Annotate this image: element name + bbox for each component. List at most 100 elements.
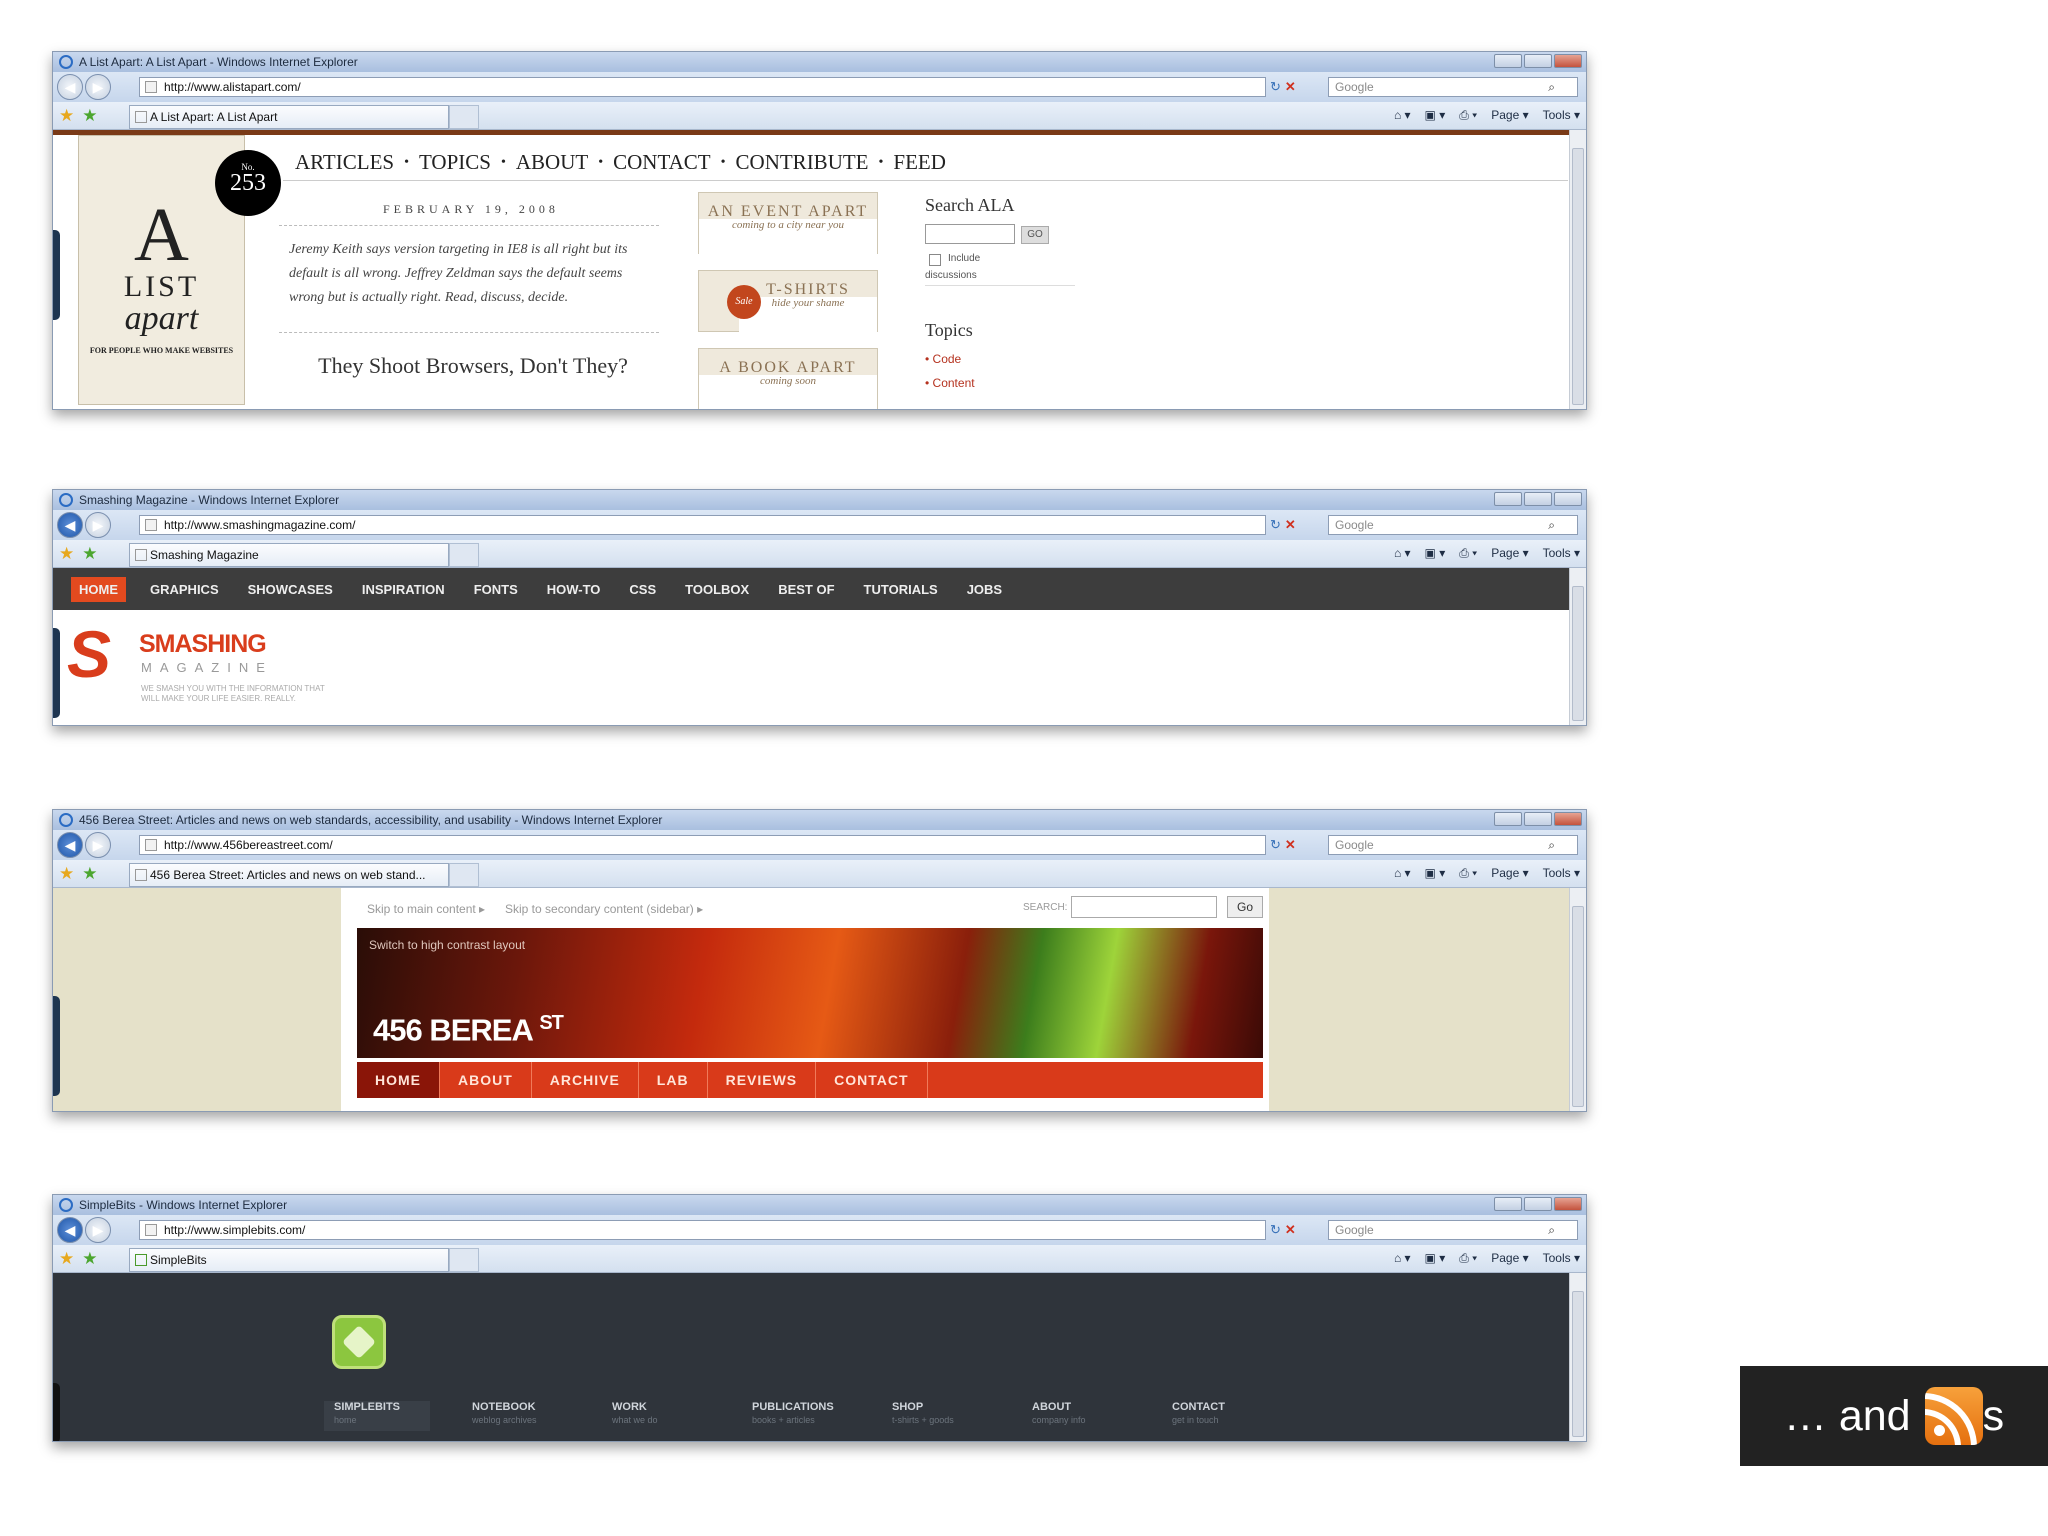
sb-nav-about[interactable]: ABOUT company info: [1032, 1401, 1086, 1425]
url-field[interactable]: http://www.simplebits.com/: [139, 1220, 1266, 1240]
skip-sidebar-link[interactable]: Skip to secondary content (sidebar) ▸: [505, 902, 703, 916]
nav-css[interactable]: CSS: [629, 582, 656, 597]
nav-home[interactable]: HOME: [71, 576, 126, 602]
maximize-button[interactable]: [1524, 492, 1552, 506]
new-tab-button[interactable]: [449, 863, 479, 887]
refresh-icon[interactable]: ↻: [1270, 837, 1281, 853]
nav-how-to[interactable]: HOW-TO: [547, 582, 601, 597]
scroll-thumb[interactable]: [1572, 1291, 1584, 1437]
search-field[interactable]: Google ⌕: [1328, 835, 1578, 855]
refresh-icon[interactable]: ↻: [1270, 517, 1281, 533]
berea-go-button[interactable]: Go: [1227, 896, 1263, 918]
favorites-star-icon[interactable]: ★: [59, 106, 74, 126]
add-favorite-icon[interactable]: ★: [82, 1249, 97, 1269]
ala-search-input[interactable]: [925, 224, 1015, 244]
menu-contact[interactable]: CONTACT: [816, 1062, 928, 1098]
sb-nav-contact[interactable]: CONTACT get in touch: [1172, 1401, 1225, 1425]
sb-nav-shop[interactable]: SHOP t-shirts + goods: [892, 1401, 954, 1425]
nav-jobs[interactable]: JOBS: [967, 582, 1002, 597]
back-button[interactable]: ◀: [57, 512, 83, 538]
high-contrast-link[interactable]: Switch to high contrast layout: [369, 938, 525, 952]
print-icon[interactable]: ⎙ ▾: [1459, 866, 1477, 881]
sb-nav-publications[interactable]: PUBLICATIONS books + articles: [752, 1401, 834, 1425]
page-menu[interactable]: Page ▾: [1491, 108, 1528, 123]
maximize-button[interactable]: [1524, 54, 1552, 68]
page-menu[interactable]: Page ▾: [1491, 546, 1528, 561]
smashing-logo-icon[interactable]: S: [67, 621, 125, 687]
add-favorite-icon[interactable]: ★: [82, 544, 97, 564]
home-icon[interactable]: ⌂ ▾: [1394, 866, 1411, 881]
tools-menu[interactable]: Tools ▾: [1543, 546, 1580, 561]
search-field[interactable]: Google ⌕: [1328, 77, 1578, 97]
vertical-scrollbar[interactable]: [1569, 130, 1586, 409]
favorites-star-icon[interactable]: ★: [59, 1249, 74, 1269]
ala-go-button[interactable]: GO: [1021, 226, 1049, 244]
vertical-scrollbar[interactable]: [1569, 888, 1586, 1111]
vertical-scrollbar[interactable]: [1569, 1273, 1586, 1441]
nav-showcases[interactable]: SHOWCASES: [248, 582, 333, 597]
article-headline[interactable]: They Shoot Browsers, Don't They?: [293, 352, 653, 379]
forward-button[interactable]: ▶: [85, 832, 111, 858]
forward-button[interactable]: ▶: [85, 1217, 111, 1243]
url-field[interactable]: http://www.alistapart.com/: [139, 77, 1266, 97]
topic-code-link[interactable]: • Code: [925, 352, 961, 366]
search-field[interactable]: Google ⌕: [1328, 1220, 1578, 1240]
tab-active[interactable]: SimpleBits: [129, 1248, 449, 1272]
search-field[interactable]: Google ⌕: [1328, 515, 1578, 535]
minimize-button[interactable]: [1494, 1197, 1522, 1211]
page-menu[interactable]: Page ▾: [1491, 866, 1528, 881]
page-menu[interactable]: Page ▾: [1491, 1251, 1528, 1266]
nav-inspiration[interactable]: INSPIRATION: [362, 582, 445, 597]
home-icon[interactable]: ⌂ ▾: [1394, 108, 1411, 123]
tab-active[interactable]: Smashing Magazine: [129, 543, 449, 567]
berea-search-input[interactable]: [1071, 896, 1217, 918]
nav-toolbox[interactable]: TOOLBOX: [685, 582, 749, 597]
promo-event-apart[interactable]: AN EVENT APART coming to a city near you: [698, 192, 878, 376]
stop-icon[interactable]: ✕: [1285, 837, 1296, 853]
forward-button[interactable]: ▶: [85, 74, 111, 100]
promo-book-apart[interactable]: A BOOK APART coming soon: [698, 348, 878, 409]
url-field[interactable]: http://www.456bereastreet.com/: [139, 835, 1266, 855]
menu-reviews[interactable]: REVIEWS: [708, 1062, 817, 1098]
print-icon[interactable]: ⎙ ▾: [1459, 546, 1477, 561]
refresh-icon[interactable]: ↻: [1270, 1222, 1281, 1238]
back-button[interactable]: ◀: [57, 832, 83, 858]
close-button[interactable]: [1554, 492, 1582, 506]
promo-tshirts[interactable]: Sale T-SHIRTS hide your shame: [698, 270, 878, 409]
nav-contribute[interactable]: CONTRIBUTE: [736, 150, 869, 176]
search-icon[interactable]: ⌕: [1548, 836, 1555, 854]
minimize-button[interactable]: [1494, 812, 1522, 826]
url-field[interactable]: http://www.smashingmagazine.com/: [139, 515, 1266, 535]
vertical-scrollbar[interactable]: [1569, 568, 1586, 725]
scroll-thumb[interactable]: [1572, 148, 1584, 405]
tools-menu[interactable]: Tools ▾: [1543, 866, 1580, 881]
menu-archive[interactable]: ARCHIVE: [532, 1062, 639, 1098]
nav-feed[interactable]: FEED: [893, 150, 946, 176]
home-icon[interactable]: ⌂ ▾: [1394, 546, 1411, 561]
tools-menu[interactable]: Tools ▾: [1543, 108, 1580, 123]
stop-icon[interactable]: ✕: [1285, 1222, 1296, 1238]
add-favorite-icon[interactable]: ★: [82, 864, 97, 884]
tab-active[interactable]: 456 Berea Street: Articles and news on w…: [129, 863, 449, 887]
new-tab-button[interactable]: [449, 105, 479, 129]
nav-topics[interactable]: TOPICS: [419, 150, 491, 176]
back-button[interactable]: ◀: [57, 74, 83, 100]
nav-best-of[interactable]: BEST OF: [778, 582, 834, 597]
maximize-button[interactable]: [1524, 1197, 1552, 1211]
menu-lab[interactable]: LAB: [639, 1062, 708, 1098]
print-icon[interactable]: ⎙ ▾: [1459, 108, 1477, 123]
maximize-button[interactable]: [1524, 812, 1552, 826]
nav-fonts[interactable]: FONTS: [474, 582, 518, 597]
feeds-icon[interactable]: ▣ ▾: [1425, 1251, 1446, 1266]
nav-contact[interactable]: CONTACT: [613, 150, 710, 176]
tools-menu[interactable]: Tools ▾: [1543, 1251, 1580, 1266]
favorites-star-icon[interactable]: ★: [59, 864, 74, 884]
sb-nav-notebook[interactable]: NOTEBOOK weblog archives: [472, 1401, 537, 1425]
menu-about[interactable]: ABOUT: [440, 1062, 532, 1098]
home-icon[interactable]: ⌂ ▾: [1394, 1251, 1411, 1266]
simplebits-logo-icon[interactable]: [332, 1315, 386, 1369]
sb-nav-simplebits[interactable]: SIMPLEBITS home: [324, 1401, 431, 1431]
scroll-thumb[interactable]: [1572, 586, 1584, 721]
scroll-thumb[interactable]: [1572, 906, 1584, 1107]
search-icon[interactable]: ⌕: [1548, 1221, 1555, 1239]
